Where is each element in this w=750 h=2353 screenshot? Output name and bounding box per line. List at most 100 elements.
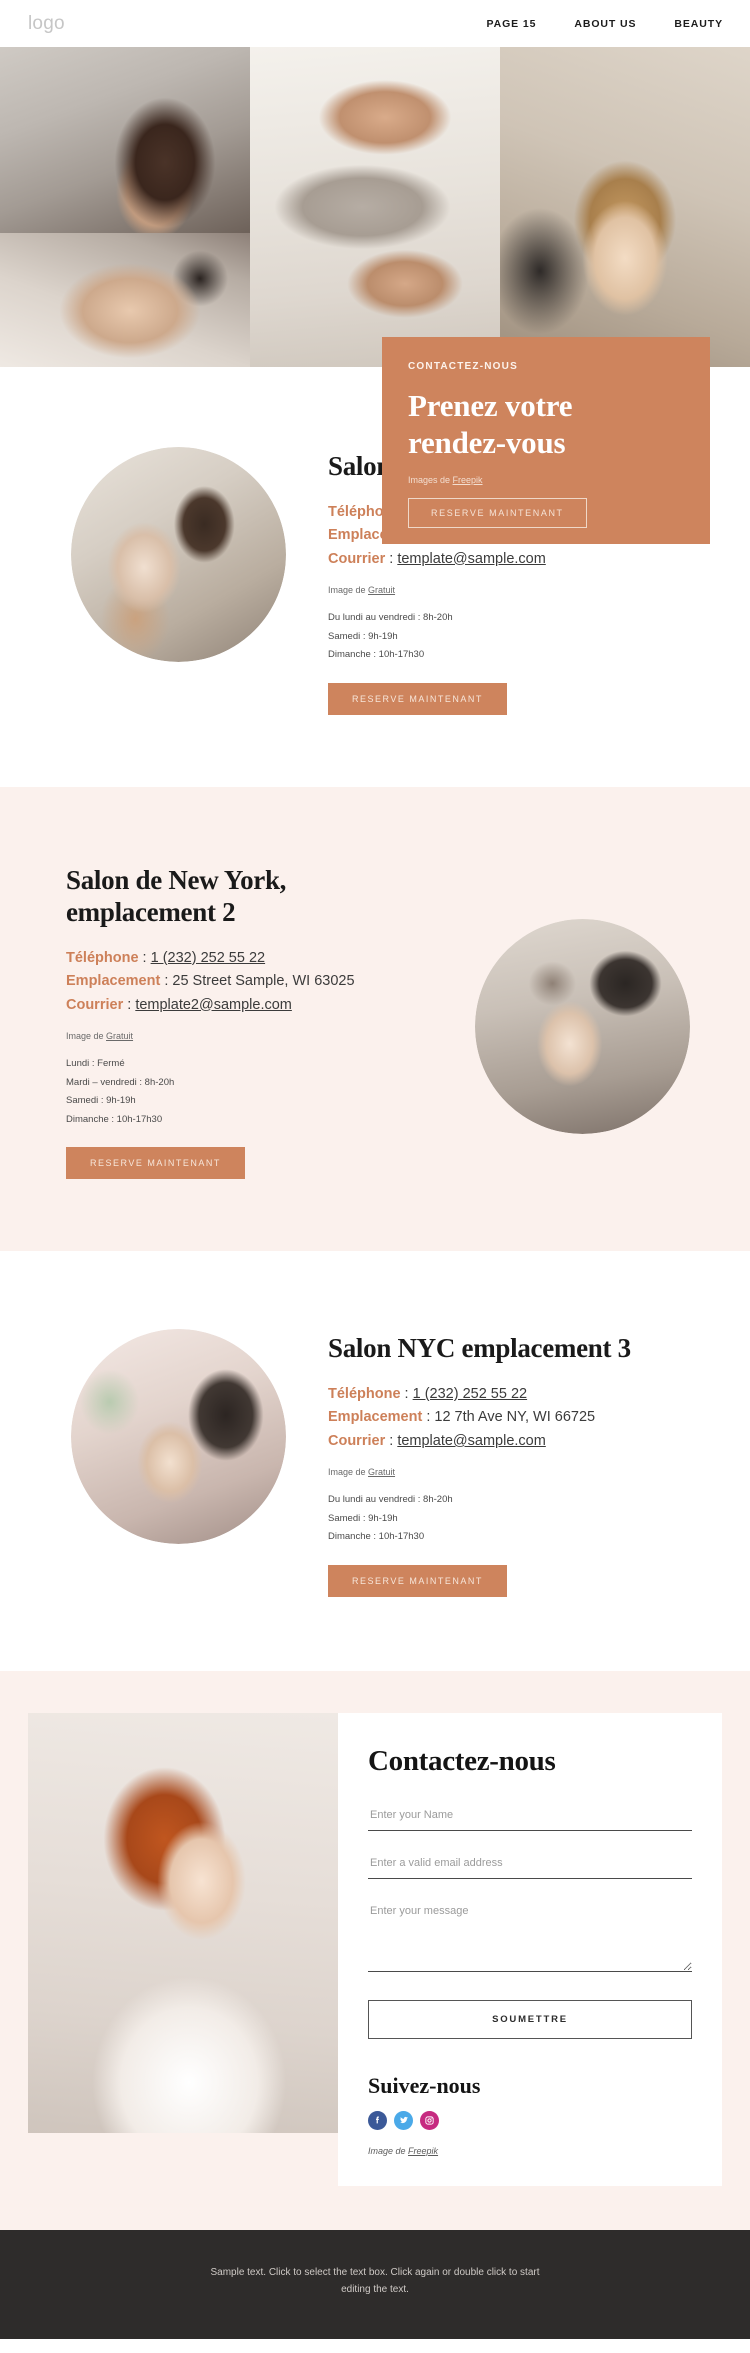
salon-2-photo-wrap: [442, 861, 722, 1134]
site-footer: Sample text. Click to select the text bo…: [0, 2229, 750, 2339]
salon-1-credit-link[interactable]: Gratuit: [368, 585, 395, 595]
salon-3-location-value: 12 7th Ave NY, WI 66725: [434, 1409, 596, 1426]
salon-1-email-line: Courrier : template@sample.com: [328, 548, 722, 571]
salon-3-credit-prefix: Image de: [328, 1467, 369, 1478]
nav-item-page-15[interactable]: PAGE 15: [487, 18, 537, 30]
twitter-icon[interactable]: [394, 2110, 413, 2130]
salon-3-inner: Salon NYC emplacement 3 Téléphone : 1 (2…: [0, 1329, 750, 1597]
salon-2-email-label: Courrier: [66, 996, 124, 1013]
site-logo[interactable]: logo: [28, 13, 65, 35]
contact-image-credit: Image de Freepik: [368, 2146, 692, 2156]
name-input[interactable]: [368, 1801, 692, 1831]
salon-2-title: Salon de New York, emplacement 2: [66, 865, 442, 929]
follow-us-title: Suivez-nous: [368, 2072, 481, 2098]
salon-3-hours-1: Du lundi au vendredi : 8h-20h: [328, 1494, 453, 1506]
email-input[interactable]: [368, 1849, 692, 1879]
hero-image-strip: [0, 47, 750, 367]
separator: :: [164, 973, 169, 990]
nav-item-beauty[interactable]: BEAUTY: [674, 18, 723, 30]
salon-3-phone-line: Téléphone : 1 (232) 252 55 22: [328, 1383, 722, 1406]
salon-2-reserve-button[interactable]: RESERVE MAINTENANT: [66, 1147, 245, 1180]
instagram-icon[interactable]: [420, 2110, 439, 2130]
salon-1-reserve-button[interactable]: RESERVE MAINTENANT: [328, 682, 507, 715]
salon-3-details: Salon NYC emplacement 3 Téléphone : 1 (2…: [328, 1329, 722, 1597]
salon-3-email-value[interactable]: template@sample.com: [397, 1433, 546, 1449]
salon-1-photo-wrap: [28, 447, 328, 662]
salon-stylist-photo: [0, 47, 250, 233]
salon-1-photo: [70, 447, 286, 662]
hero-reserve-button[interactable]: RESERVE MAINTENANT: [408, 498, 587, 529]
separator: :: [389, 550, 394, 567]
contact-credit-prefix: Image de: [368, 2145, 409, 2156]
salon-2-location-value: 25 Street Sample, WI 63025: [172, 973, 355, 990]
separator: :: [404, 1385, 409, 1402]
salon-section-3: Salon NYC emplacement 3 Téléphone : 1 (2…: [0, 1251, 750, 1671]
salon-1-image-credit: Image de Gratuit: [328, 585, 722, 595]
contact-section: Contactez-nous SOUMETTRE Suivez-nous: [0, 1670, 750, 2230]
salon-3-phone-label: Téléphone: [328, 1385, 401, 1402]
separator: :: [142, 949, 147, 966]
salon-2-credit-link[interactable]: Gratuit: [106, 1031, 133, 1041]
salon-1-email-value[interactable]: template@sample.com: [397, 551, 546, 567]
salon-2-details: Salon de New York, emplacement 2 Télépho…: [28, 861, 442, 1180]
salon-2-location-line: Emplacement : 25 Street Sample, WI 63025: [66, 970, 442, 993]
nav-item-about-us[interactable]: ABOUT US: [574, 18, 636, 30]
salon-2-title-line-2: emplacement 2: [66, 896, 236, 927]
salon-2-phone-value[interactable]: 1 (232) 252 55 22: [151, 950, 265, 966]
salon-3-title: Salon NYC emplacement 3: [328, 1333, 631, 1364]
facebook-icon[interactable]: [368, 2110, 387, 2130]
salon-3-phone-value[interactable]: 1 (232) 252 55 22: [413, 1386, 527, 1402]
message-textarea[interactable]: [368, 1897, 692, 1972]
contact-title: Contactez-nous: [368, 1744, 556, 1777]
salon-2-phone-label: Téléphone: [66, 949, 139, 966]
salon-2-title-line-1: Salon de New York,: [66, 864, 287, 895]
salon-2-inner: Salon de New York, emplacement 2 Télépho…: [0, 861, 750, 1180]
hero-column-1: [0, 47, 250, 367]
hero-image-credit: Images de Freepik: [408, 475, 684, 485]
salon-3-email-label: Courrier: [328, 1432, 386, 1449]
separator: :: [127, 996, 132, 1013]
hand-massage-photo: [250, 47, 500, 367]
contact-form-card: Contactez-nous SOUMETTRE Suivez-nous: [338, 1712, 722, 2186]
salon-3-image-credit: Image de Gratuit: [328, 1467, 722, 1477]
salon-1-hours-3: Dimanche : 10h-17h30: [328, 649, 425, 661]
footer-sample-text: Sample text. Click to select the text bo…: [210, 2266, 540, 2296]
hero-section: CONTACTEZ-NOUS Prenez votre rendez-vous …: [0, 47, 750, 544]
social-links: [368, 2110, 692, 2130]
hero-column-3: [500, 47, 750, 367]
salon-2-image-credit: Image de Gratuit: [66, 1031, 442, 1041]
salon-2-credit-prefix: Image de: [66, 1031, 107, 1042]
hero-cta-card: CONTACTEZ-NOUS Prenez votre rendez-vous …: [382, 337, 710, 544]
salon-2-email-line: Courrier : template2@sample.com: [66, 994, 442, 1017]
site-header: logo PAGE 15 ABOUT US BEAUTY: [0, 0, 750, 47]
salon-2-phone-line: Téléphone : 1 (232) 252 55 22: [66, 947, 442, 970]
submit-button[interactable]: SOUMETTRE: [368, 1999, 692, 2039]
salon-1-credit-prefix: Image de: [328, 585, 369, 596]
salon-2-email-value[interactable]: template2@sample.com: [135, 997, 292, 1013]
contact-row: Contactez-nous SOUMETTRE Suivez-nous: [28, 1712, 722, 2186]
contact-credit-link[interactable]: Freepik: [408, 2146, 438, 2156]
salon-2-hours-4: Dimanche : 10h-17h30: [66, 1113, 163, 1125]
page-root: logo PAGE 15 ABOUT US BEAUTY CONTACTEZ-N…: [0, 0, 750, 2339]
salon-3-location-line: Emplacement : 12 7th Ave NY, WI 66725: [328, 1406, 722, 1429]
salon-3-hours-3: Dimanche : 10h-17h30: [328, 1531, 425, 1543]
salon-3-hours-2: Samedi : 9h-19h: [328, 1512, 398, 1524]
hero-kicker: CONTACTEZ-NOUS: [408, 361, 518, 372]
hero-title-line-2: rendez-vous: [408, 424, 566, 460]
separator: :: [426, 1409, 431, 1426]
salon-1-email-label: Courrier: [328, 550, 386, 567]
hero-column-2: [250, 47, 500, 367]
salon-1-hours-1: Du lundi au vendredi : 8h-20h: [328, 612, 453, 624]
hero-credit-link[interactable]: Freepik: [453, 475, 483, 485]
salon-2-hours-2: Mardi – vendredi : 8h-20h: [66, 1076, 175, 1088]
salon-3-photo-wrap: [28, 1329, 328, 1545]
salon-3-credit-link[interactable]: Gratuit: [368, 1467, 395, 1477]
hero-title-line-1: Prenez votre: [408, 388, 573, 423]
hero-title: Prenez votre rendez-vous: [408, 388, 684, 461]
salon-2-photo: [474, 918, 690, 1134]
salon-2-hours-3: Samedi : 9h-19h: [66, 1095, 136, 1107]
facial-treatment-photo: [0, 233, 250, 367]
redhead-model-photo: [28, 1712, 338, 2133]
salon-section-2: Salon de New York, emplacement 2 Télépho…: [0, 786, 750, 1252]
salon-3-reserve-button[interactable]: RESERVE MAINTENANT: [328, 1564, 507, 1597]
